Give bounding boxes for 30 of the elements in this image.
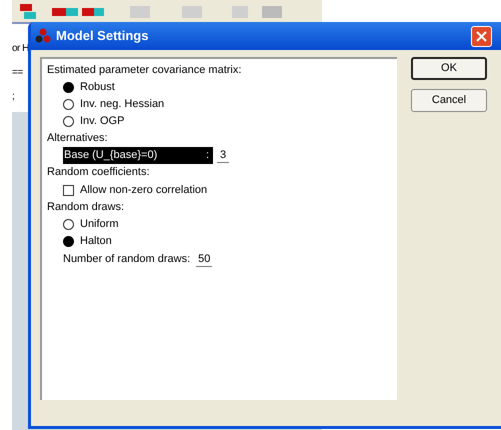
- radio-button[interactable]: [63, 219, 74, 230]
- section-label: Alternatives:: [47, 131, 109, 146]
- radio-button[interactable]: [63, 99, 74, 110]
- field-label: Number of random draws:: [63, 252, 190, 268]
- close-icon: [476, 30, 487, 42]
- app-icon: [35, 28, 51, 44]
- radio-label: Robust: [80, 80, 115, 96]
- dialog-button[interactable]: Cancel: [411, 89, 487, 112]
- radio-button[interactable]: [63, 236, 74, 247]
- close-button[interactable]: [471, 26, 492, 46]
- list-item[interactable]: Base (U_{base}=0) :: [63, 147, 213, 164]
- background-text: ==: [12, 68, 23, 78]
- window-title: Model Settings: [56, 27, 150, 46]
- background-text: ;: [12, 92, 14, 102]
- radio-label: Inv. neg. Hessian: [80, 97, 164, 112]
- value-field[interactable]: 3: [217, 148, 230, 162]
- item-separator: :: [206, 148, 210, 164]
- dialog-button[interactable]: OK: [411, 57, 487, 80]
- checkbox[interactable]: [63, 184, 74, 196]
- radio-label: Inv. OGP: [80, 114, 124, 130]
- input-field[interactable]: 50: [196, 252, 212, 266]
- radio-button[interactable]: [63, 116, 74, 127]
- radio-button[interactable]: [63, 82, 74, 93]
- section-label: Estimated parameter covariance matrix:: [47, 63, 242, 78]
- section-label: Random draws:: [47, 200, 126, 215]
- item-name: Base (U_{base}=0): [64, 148, 158, 164]
- radio-label: Halton: [80, 234, 112, 250]
- checkbox-label: Allow non-zero correlation: [80, 182, 208, 198]
- radio-label: Uniform: [80, 217, 119, 232]
- section-label: Random coefficients:: [47, 165, 151, 180]
